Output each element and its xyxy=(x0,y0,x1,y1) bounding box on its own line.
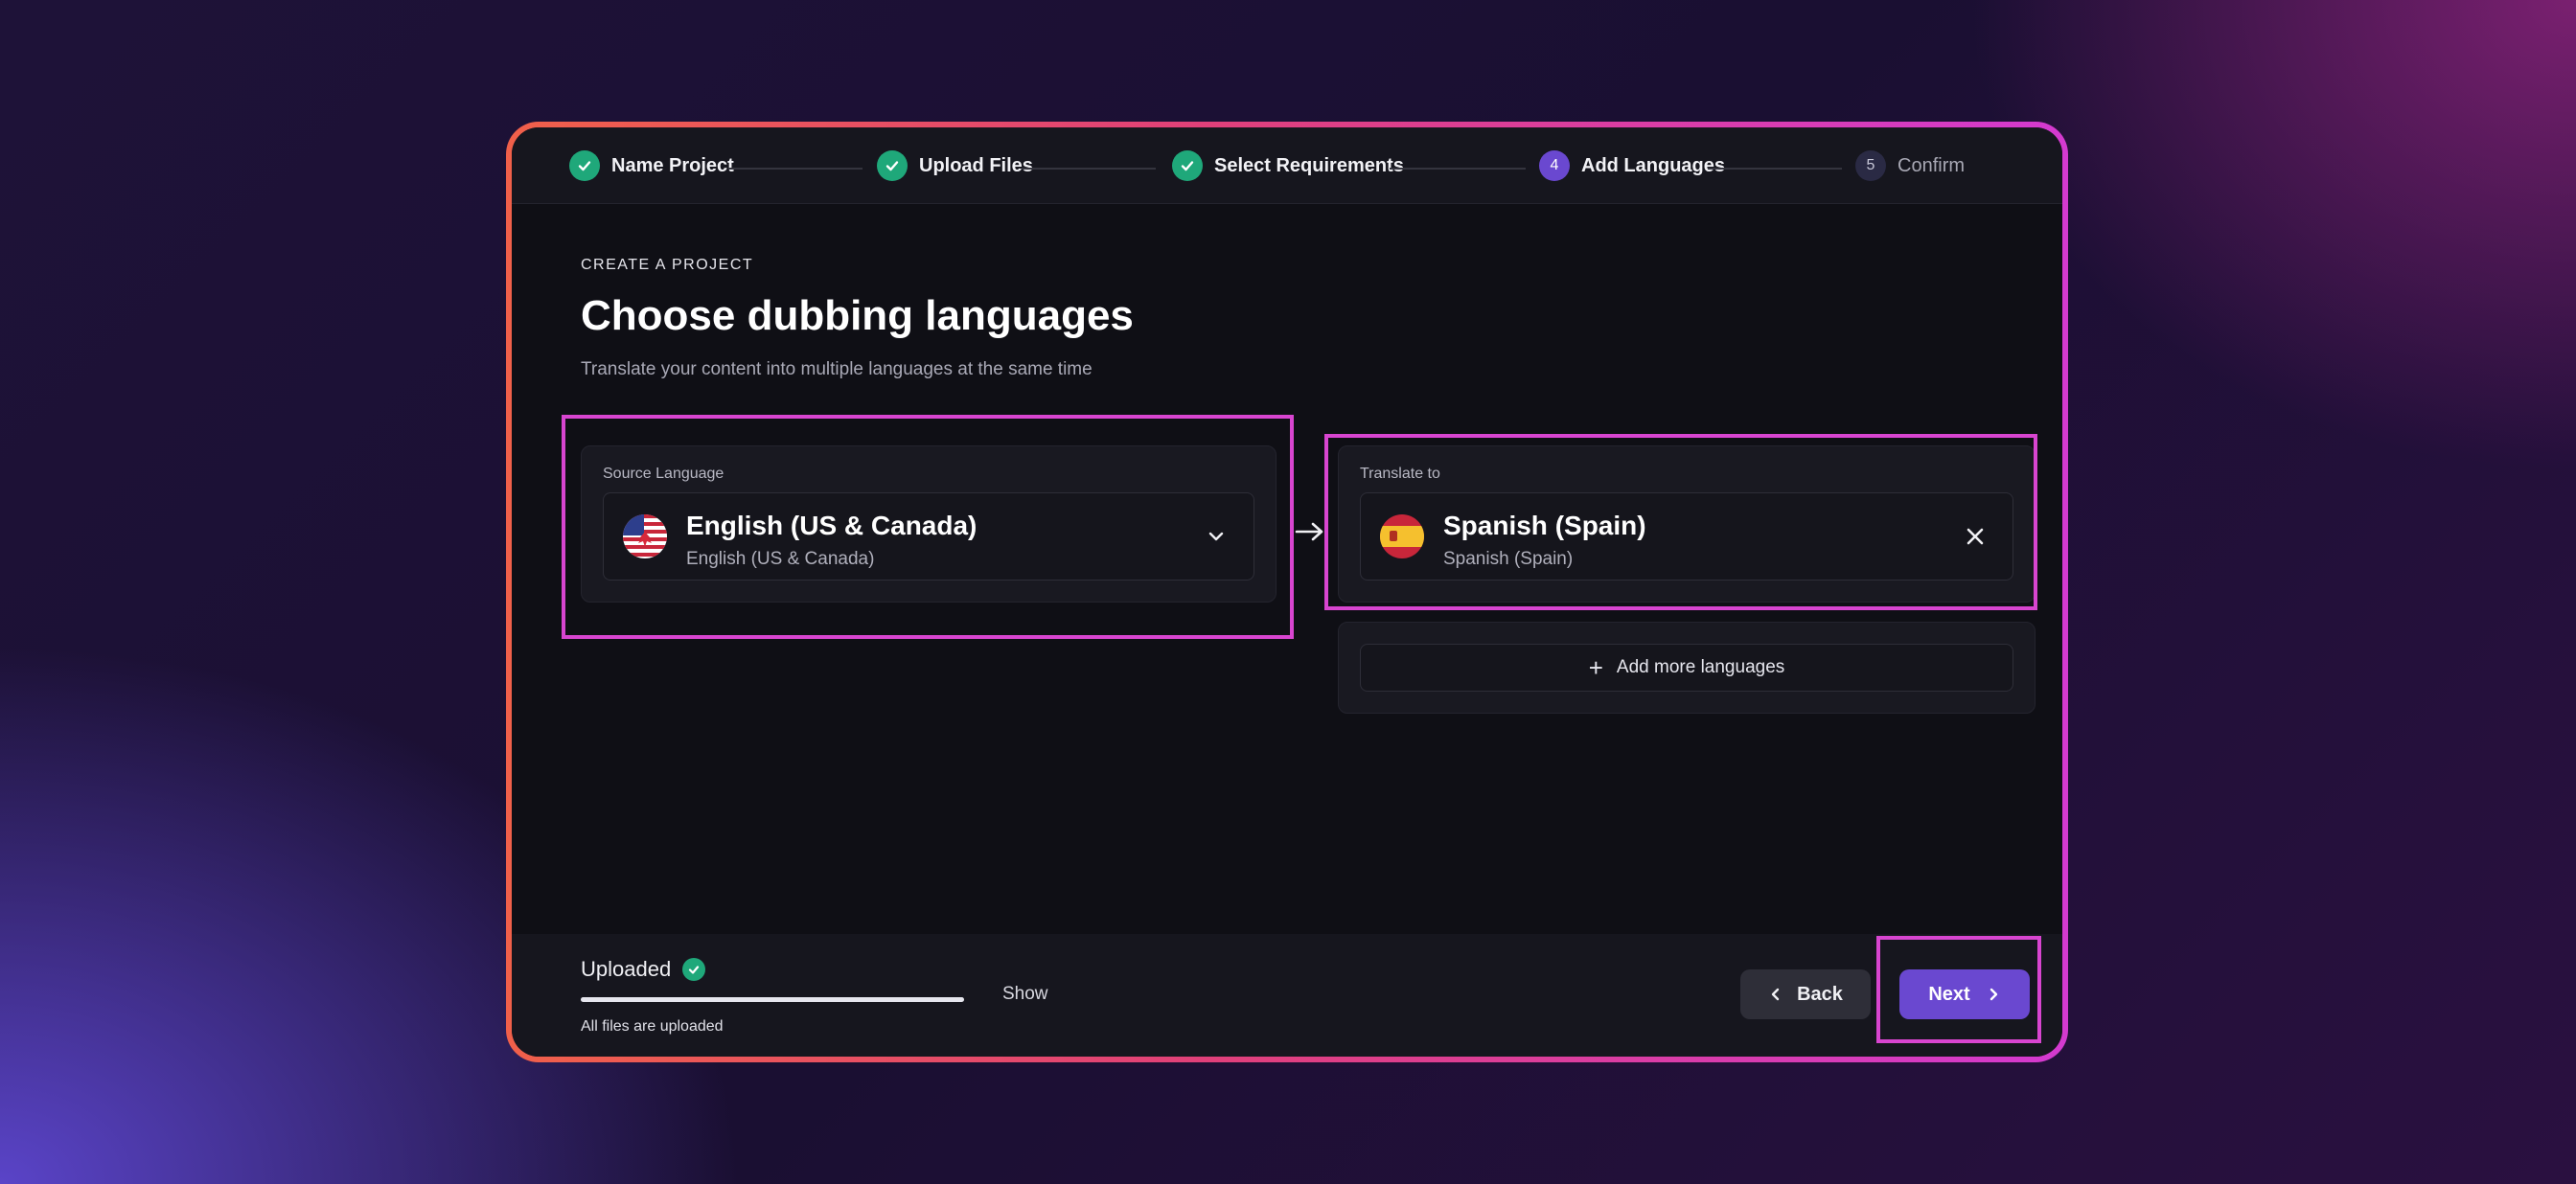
target-language-name: Spanish (Spain) xyxy=(1443,511,1646,540)
add-more-languages-label: Add more languages xyxy=(1616,657,1785,677)
step-label: Add Languages xyxy=(1581,154,1726,176)
target-language-sublabel: Spanish (Spain) xyxy=(1443,549,1574,569)
source-language-select[interactable]: English (US & Canada) English (US & Cana… xyxy=(603,492,1254,581)
target-language-item[interactable]: Spanish (Spain) Spanish (Spain) xyxy=(1360,492,2013,581)
step-number-badge: 5 xyxy=(1855,150,1886,181)
step-name-project[interactable]: Name Project xyxy=(569,148,734,183)
step-label: Upload Files xyxy=(919,154,1033,176)
chevron-left-icon xyxy=(1771,988,1780,1001)
upload-status-label: Uploaded xyxy=(581,957,672,981)
source-language-sublabel: English (US & Canada) xyxy=(686,549,875,569)
spain-flag-icon xyxy=(1380,514,1424,558)
arrow-right-icon xyxy=(1295,522,1323,541)
step-label: Name Project xyxy=(611,154,734,176)
upload-progress-fill xyxy=(581,997,964,1002)
target-language-label: Translate to xyxy=(1360,466,1440,482)
page-subtitle: Translate your content into multiple lan… xyxy=(581,359,1092,379)
create-project-card: Name Project Upload Files Select Require… xyxy=(512,127,2062,1057)
chevron-down-icon[interactable] xyxy=(1206,526,1227,547)
show-files-button[interactable]: Show xyxy=(1002,984,1048,1005)
upload-status: Uploaded xyxy=(581,957,706,982)
back-button-label: Back xyxy=(1797,983,1843,1005)
step-label: Confirm xyxy=(1898,154,1966,176)
us-canada-flag-icon xyxy=(623,514,667,558)
upload-progress-bar xyxy=(581,997,964,1002)
step-connector xyxy=(1022,168,1156,170)
step-connector xyxy=(1390,168,1526,170)
chevron-right-icon xyxy=(1990,988,1997,1001)
next-button-label: Next xyxy=(1928,983,1970,1005)
page-title: Choose dubbing languages xyxy=(581,292,1134,339)
close-icon[interactable] xyxy=(1963,524,1988,549)
step-upload-files[interactable]: Upload Files xyxy=(877,148,1033,183)
step-confirm[interactable]: 5 Confirm xyxy=(1855,148,1965,183)
check-icon xyxy=(877,150,908,181)
check-icon xyxy=(1172,150,1203,181)
source-language-name: English (US & Canada) xyxy=(686,511,978,540)
step-add-languages[interactable]: 4 Add Languages xyxy=(1539,148,1725,183)
back-button[interactable]: Back xyxy=(1740,969,1871,1019)
step-label: Select Requirements xyxy=(1214,154,1404,176)
next-button[interactable]: Next xyxy=(1899,969,2030,1019)
footer-bar: Uploaded Show All files are uploaded Bac… xyxy=(512,934,2062,1057)
add-languages-panel: + Add more languages xyxy=(1338,622,2036,714)
step-number-badge: 4 xyxy=(1539,150,1570,181)
step-connector xyxy=(728,168,862,170)
step-connector xyxy=(1708,168,1842,170)
source-language-panel: Source Language English (US & Canada) En… xyxy=(581,445,1276,603)
source-language-label: Source Language xyxy=(603,466,724,482)
app-window-frame: Name Project Upload Files Select Require… xyxy=(506,122,2068,1062)
plus-icon: + xyxy=(1588,653,1603,682)
check-icon xyxy=(569,150,600,181)
stepper: Name Project Upload Files Select Require… xyxy=(512,127,2062,204)
upload-note: All files are uploaded xyxy=(581,1018,724,1035)
page-eyebrow: CREATE A PROJECT xyxy=(581,257,754,273)
check-circle-icon xyxy=(682,958,706,981)
add-more-languages-button[interactable]: + Add more languages xyxy=(1360,644,2013,692)
step-select-requirements[interactable]: Select Requirements xyxy=(1172,148,1404,183)
target-language-panel: Translate to Spanish (Spain) Spanish (Sp… xyxy=(1338,445,2036,603)
